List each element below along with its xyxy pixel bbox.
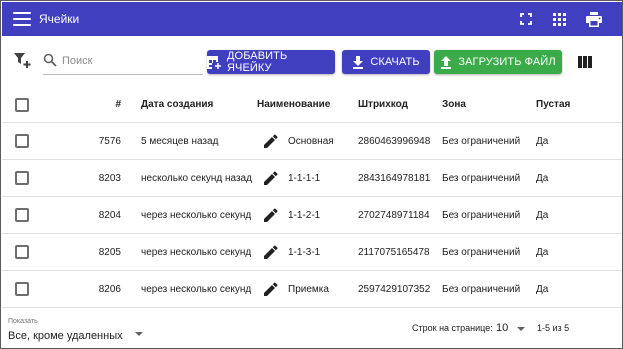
cell-date: через несколько секунд [141, 209, 252, 221]
download-button[interactable]: СКАЧАТЬ [342, 50, 430, 74]
cell-name: Приемка [264, 271, 354, 307]
cell-barcode: 2117075165478 [358, 246, 430, 258]
cell-zone: Без ограничений [442, 283, 521, 295]
cell-name: Основная [264, 123, 354, 159]
app-window: Ячейки Поиск ДОБАВИТЬ ЯЧЕЙКУ СКАЧАТЬ ЗАГ… [0, 0, 623, 349]
search-box [43, 49, 203, 75]
cell-barcode: 2702748971184 [358, 209, 430, 221]
fullscreen-icon[interactable] [517, 11, 534, 28]
cell-zone: Без ограничений [442, 209, 521, 221]
cell-date: несколько секунд назад [141, 172, 252, 184]
cell-name: 1-1-3-1 [264, 234, 354, 270]
show-filter-value: Все, кроме удаленных [8, 330, 123, 342]
table-header: # Дата создания Наименование Штрихкод Зо… [2, 87, 622, 123]
row-checkbox[interactable] [15, 208, 29, 222]
edit-pencil-icon[interactable] [264, 171, 278, 185]
columns-icon[interactable] [578, 55, 592, 68]
cell-name-text: Основная [288, 135, 334, 147]
cell-empty: Да [536, 172, 549, 184]
edit-pencil-icon[interactable] [264, 245, 278, 259]
apps-grid-icon[interactable] [551, 11, 568, 28]
cell-barcode: 2597429107352 [358, 283, 431, 295]
menu-icon[interactable] [13, 12, 31, 26]
cell-name: 1-1-1-1 [264, 160, 354, 196]
header-date[interactable]: Дата создания [141, 87, 251, 122]
row-checkbox[interactable] [15, 171, 29, 185]
cell-zone: Без ограничений [442, 246, 521, 258]
rows-per-page-value: 10 [496, 322, 509, 334]
upload-label: ЗАГРУЗИТЬ ФАЙЛ [458, 56, 556, 68]
add-cell-label: ДОБАВИТЬ ЯЧЕЙКУ [226, 50, 288, 74]
add-filter-icon[interactable] [14, 52, 32, 70]
search-icon [43, 53, 57, 67]
cell-num: 8204 [98, 209, 121, 221]
show-filter-label: Показать [8, 318, 38, 325]
header-name[interactable]: Наименование [257, 87, 347, 122]
add-cell-button[interactable]: ДОБАВИТЬ ЯЧЕЙКУ [207, 50, 335, 74]
cell-empty: Да [536, 246, 549, 258]
cell-barcode: 2843164978181 [358, 172, 431, 184]
table-footer: Показать Все, кроме удаленных Строк на с… [2, 312, 622, 348]
cell-date: через несколько секунд [141, 283, 252, 295]
table-row[interactable]: 7576 5 месяцев назад Основная 2860463996… [2, 123, 622, 160]
header-zone[interactable]: Зона [442, 87, 532, 122]
download-icon [353, 55, 364, 69]
header-empty[interactable]: Пустая [536, 87, 586, 122]
edit-pencil-icon[interactable] [264, 282, 278, 296]
cell-num: 8206 [98, 283, 121, 295]
row-checkbox[interactable] [15, 282, 29, 296]
cell-num: 8205 [98, 246, 121, 258]
rows-per-page-select[interactable]: 10 [496, 320, 530, 338]
cells-table: # Дата создания Наименование Штрихкод Зо… [2, 87, 622, 308]
header-barcode[interactable]: Штрихкод [358, 87, 438, 122]
appbar-actions [517, 2, 602, 36]
select-all-checkbox[interactable] [15, 97, 29, 112]
edit-pencil-icon[interactable] [264, 208, 278, 222]
cell-zone: Без ограничений [442, 135, 521, 147]
cell-name-text: Приемка [288, 283, 329, 295]
rows-per-page-label: Строк на странице: [412, 323, 493, 333]
cell-empty: Да [536, 135, 549, 147]
show-filter-select[interactable]: Показать Все, кроме удаленных [8, 318, 143, 344]
pagination-range: 1-5 из 5 [537, 323, 570, 333]
chevron-down-icon [135, 332, 143, 336]
upload-file-button[interactable]: ЗАГРУЗИТЬ ФАЙЛ [434, 50, 562, 74]
page-title: Ячейки [39, 12, 80, 26]
add-table-icon [207, 55, 221, 69]
row-checkbox[interactable] [15, 134, 29, 148]
table-row[interactable]: 8204 через несколько секунд 1-1-2-1 2702… [2, 197, 622, 234]
cell-name: 1-1-2-1 [264, 197, 354, 233]
app-bar: Ячейки [2, 2, 622, 36]
cell-zone: Без ограничений [442, 172, 521, 184]
table-row[interactable]: 8206 через несколько секунд Приемка 2597… [2, 271, 622, 308]
cell-date: через несколько секунд [141, 246, 252, 258]
download-label: СКАЧАТЬ [370, 56, 420, 68]
cell-date: 5 месяцев назад [141, 135, 219, 147]
cell-empty: Да [536, 209, 549, 221]
cell-name-text: 1-1-3-1 [288, 246, 321, 258]
header-num[interactable]: # [62, 87, 121, 122]
cell-num: 8203 [98, 172, 121, 184]
print-icon[interactable] [585, 11, 602, 28]
cell-num: 7576 [98, 135, 121, 147]
upload-icon [441, 55, 452, 69]
table-row[interactable]: 8205 через несколько секунд 1-1-3-1 2117… [2, 234, 622, 271]
row-checkbox[interactable] [15, 245, 29, 259]
toolbar: ДОБАВИТЬ ЯЧЕЙКУ СКАЧАТЬ ЗАГРУЗИТЬ ФАЙЛ [2, 45, 622, 77]
cell-barcode: 2860463996948 [358, 135, 431, 147]
chevron-down-icon [517, 327, 525, 331]
cell-empty: Да [536, 283, 549, 295]
table-row[interactable]: 8203 несколько секунд назад 1-1-1-1 2843… [2, 160, 622, 197]
search-input[interactable] [62, 50, 200, 72]
cell-name-text: 1-1-2-1 [288, 209, 321, 221]
cell-name-text: 1-1-1-1 [288, 172, 321, 184]
edit-pencil-icon[interactable] [264, 134, 278, 148]
